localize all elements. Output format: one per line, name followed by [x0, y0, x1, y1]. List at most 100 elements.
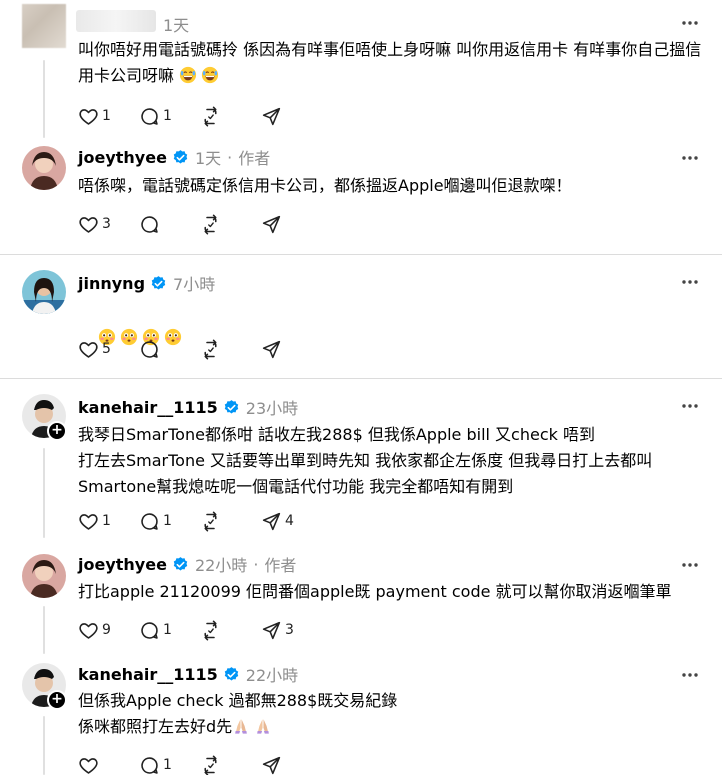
avatar[interactable] [22, 270, 66, 314]
post-actions: 1 1 4 [78, 510, 322, 532]
repost-button[interactable] [200, 338, 261, 360]
share-icon [261, 214, 282, 235]
heart-icon [78, 620, 99, 641]
comment-button[interactable]: 1 [139, 754, 200, 775]
username[interactable]: kanehair__1115 [78, 665, 218, 684]
heart-icon [78, 106, 99, 127]
verified-badge-icon [150, 275, 167, 292]
comment-icon [139, 620, 160, 641]
repost-button[interactable] [200, 754, 261, 775]
username[interactable]: jinnyng [78, 274, 145, 293]
post-text-content: 叫你唔好用電話號碼拎 係因為有咩事佢唔使上身呀嘛 叫你用返信用卡 有咩事你自己搵… [78, 40, 702, 85]
post-text: 我琴日SmarTone都係咁 話收左我288$ 但我係Apple bill 又c… [78, 425, 653, 496]
comment-count: 1 [163, 108, 172, 124]
share-count: 4 [285, 513, 294, 529]
comment-button[interactable]: 1 [139, 510, 200, 532]
repost-button[interactable] [200, 510, 261, 532]
like-button[interactable]: 1 [78, 510, 139, 532]
avatar[interactable] [22, 4, 66, 48]
post-time: 1天 [163, 16, 190, 35]
divider [0, 254, 722, 255]
share-button[interactable]: 4 [261, 510, 322, 532]
heart-icon [78, 755, 99, 775]
reply-post: 1天 叫你唔好用電話號碼拎 係因為有咩事佢唔使上身呀嘛 叫你用返信用卡 有咩事你… [0, 0, 722, 138]
post-header: kanehair__1115 23小時 [78, 396, 298, 419]
post-text: 打比apple 21120099 佢問番個apple既 payment code… [78, 582, 672, 601]
praying-hands-emoji [254, 717, 272, 735]
post-actions: 5 [78, 338, 322, 360]
like-button[interactable] [78, 754, 139, 775]
avatar[interactable] [22, 146, 66, 190]
grinning-sweat-emoji [179, 66, 197, 84]
post-text: 唔係㗎，電話號碼定係信用卡公司，都係搵返Apple嗰邊叫佢退款㗎！ [78, 176, 572, 195]
post-time: 22小時 [194, 556, 248, 575]
post-actions: 1 1 [78, 105, 322, 127]
comment-count: 1 [163, 513, 172, 529]
post-header: joeythyee 1天 · 作者 [78, 146, 270, 169]
heart-icon [78, 339, 99, 360]
author-tag: 作者 [264, 556, 297, 575]
more-options-button[interactable] [680, 272, 700, 292]
more-options-button[interactable] [680, 665, 700, 685]
share-icon [261, 755, 282, 775]
comment-button[interactable]: 1 [139, 105, 200, 127]
more-icon [681, 403, 699, 409]
like-count: 9 [102, 622, 111, 638]
share-button[interactable]: 3 [261, 619, 322, 641]
repost-icon [200, 755, 221, 775]
separator: · [227, 147, 233, 167]
verified-badge-icon [223, 666, 240, 683]
comment-button[interactable]: 1 [139, 619, 200, 641]
post-actions: 3 [78, 213, 322, 235]
share-icon [261, 339, 282, 360]
share-button[interactable] [261, 105, 322, 127]
avatar[interactable] [22, 554, 66, 598]
share-icon [261, 106, 282, 127]
like-count: 3 [102, 216, 111, 232]
share-icon [261, 620, 282, 641]
more-icon [681, 279, 699, 285]
username-redacted [76, 10, 156, 32]
comment-icon [139, 214, 160, 235]
reply-post: + kanehair__1115 23小時 我琴日SmarTone都係咁 話收左… [0, 386, 722, 546]
comment-icon [139, 755, 160, 775]
comment-button[interactable] [139, 338, 200, 360]
post-header: joeythyee 22小時 · 作者 [78, 553, 297, 576]
share-icon [261, 511, 282, 532]
post-time: 22小時 [245, 666, 299, 685]
repost-button[interactable] [200, 105, 261, 127]
like-button[interactable]: 3 [78, 213, 139, 235]
follow-plus-icon[interactable]: + [47, 421, 67, 441]
like-button[interactable]: 9 [78, 619, 139, 641]
more-icon [681, 155, 699, 161]
post-header: jinnyng 7小時 [78, 272, 215, 295]
comment-icon [139, 339, 160, 360]
like-button[interactable]: 5 [78, 338, 139, 360]
repost-button[interactable] [200, 619, 261, 641]
repost-icon [200, 620, 221, 641]
more-icon [681, 672, 699, 678]
post-time: 1天 [194, 149, 222, 168]
like-button[interactable]: 1 [78, 105, 139, 127]
more-options-button[interactable] [680, 555, 700, 575]
like-count: 1 [102, 513, 111, 529]
more-options-button[interactable] [680, 13, 700, 33]
post-actions: 9 1 3 [78, 619, 322, 641]
post-actions: 1 [78, 754, 322, 775]
divider [0, 378, 722, 379]
comment-button[interactable] [139, 213, 200, 235]
follow-plus-icon[interactable]: + [47, 690, 67, 710]
repost-button[interactable] [200, 213, 261, 235]
share-button[interactable] [261, 213, 322, 235]
username[interactable]: kanehair__1115 [78, 398, 218, 417]
username[interactable]: joeythyee [78, 555, 167, 574]
share-count: 3 [285, 622, 294, 638]
reply-post: jinnyng 7小時 5 [0, 262, 722, 378]
more-options-button[interactable] [680, 396, 700, 416]
more-options-button[interactable] [680, 148, 700, 168]
username[interactable]: joeythyee [78, 148, 167, 167]
reply-post: joeythyee 22小時 · 作者 打比apple 21120099 佢問番… [0, 546, 722, 656]
like-count: 5 [102, 341, 111, 357]
share-button[interactable] [261, 338, 322, 360]
share-button[interactable] [261, 754, 322, 775]
